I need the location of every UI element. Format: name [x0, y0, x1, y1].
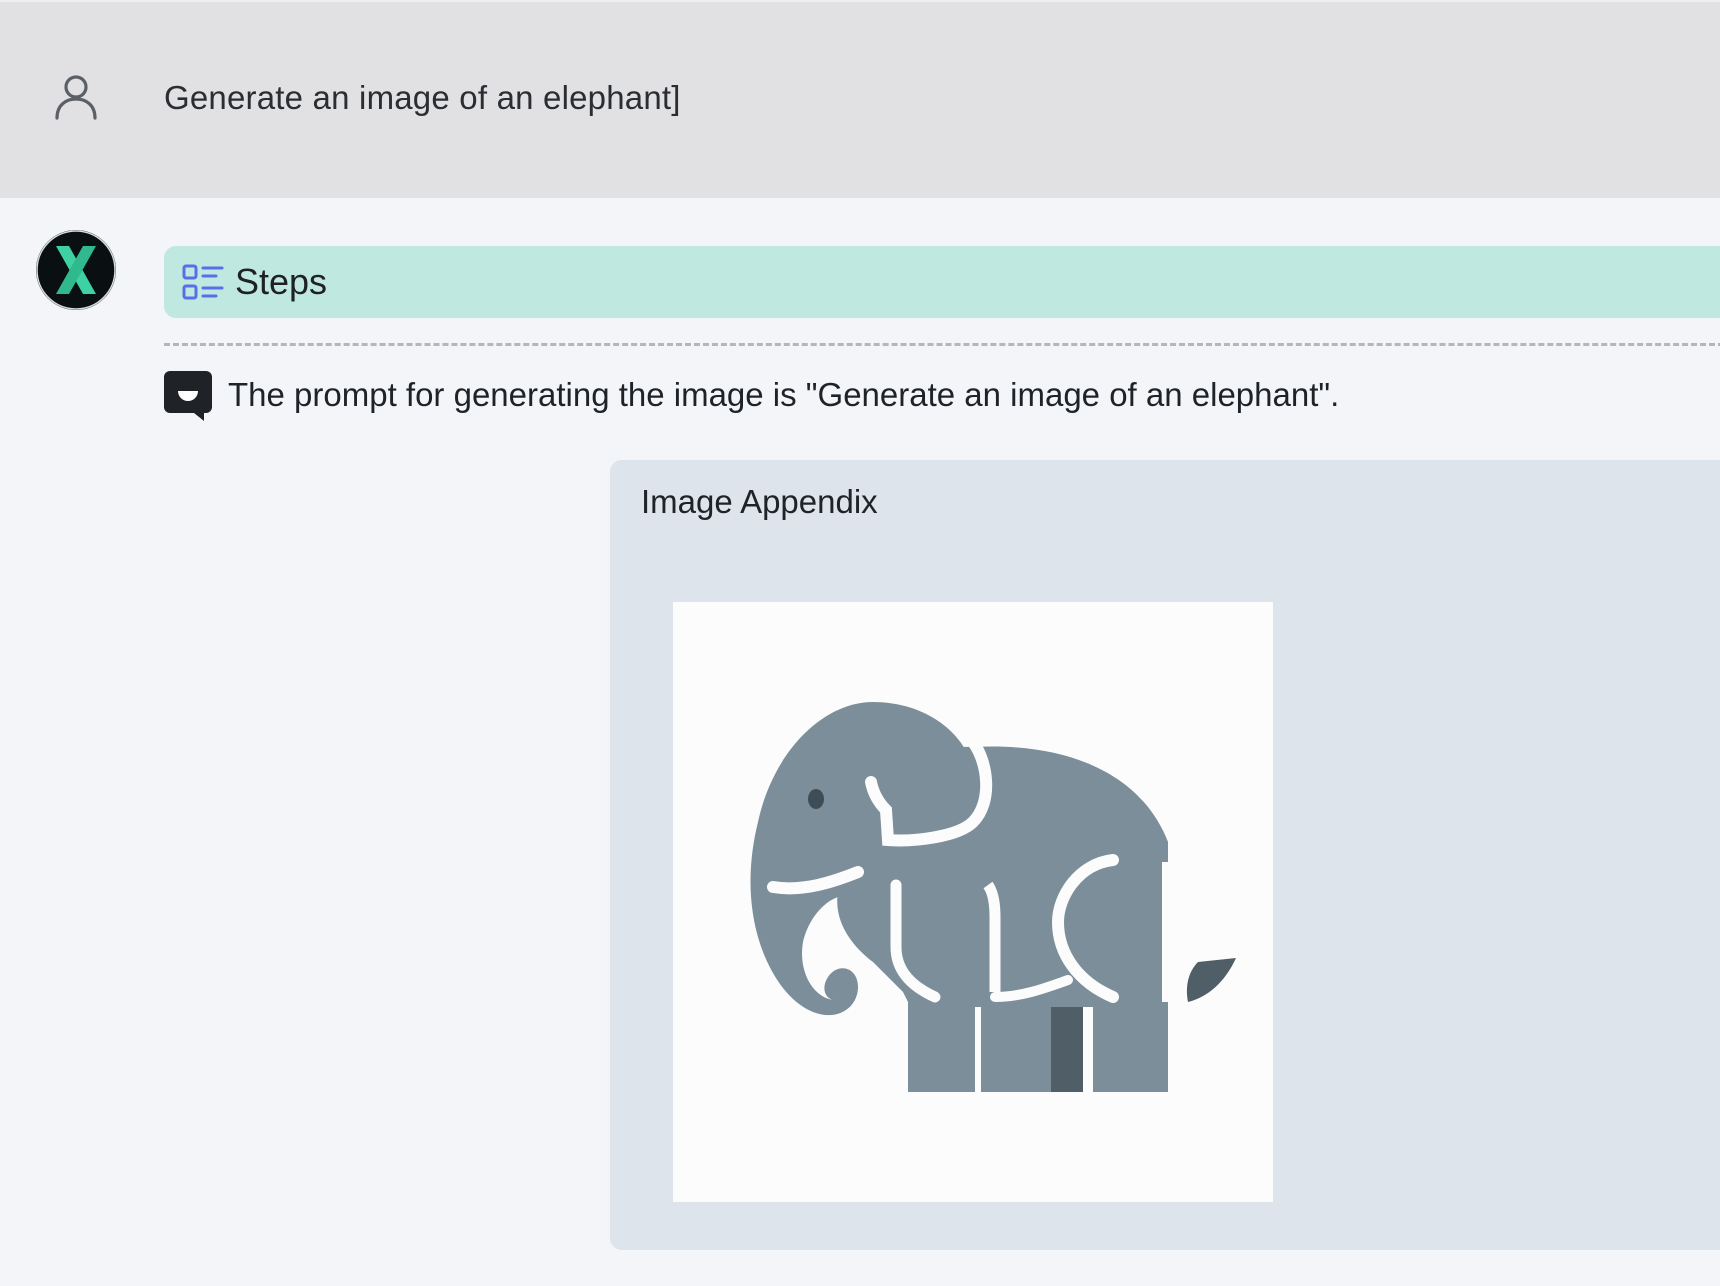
- user-icon: [52, 72, 100, 120]
- user-message-text: Generate an image of an elephant]: [164, 79, 681, 116]
- chat-page: Generate an image of an elephant] Steps: [0, 0, 1720, 1286]
- steps-label: Steps: [235, 261, 328, 302]
- image-appendix: Image Appendix: [610, 460, 1720, 1250]
- steps-list-icon: [182, 264, 224, 300]
- generated-image[interactable]: [673, 602, 1273, 1202]
- user-message: Generate an image of an elephant]: [0, 0, 1720, 198]
- divider: [164, 343, 1720, 346]
- prompt-line: The prompt for generating the image is "…: [164, 371, 1704, 421]
- appendix-title: Image Appendix: [641, 483, 878, 520]
- chat-bubble-icon: [164, 371, 212, 421]
- steps-toggle[interactable]: Steps: [164, 246, 1720, 318]
- assistant-avatar: [36, 230, 116, 310]
- x-logo-icon: [36, 230, 116, 310]
- elephant-illustration: [673, 602, 1273, 1202]
- prompt-text: The prompt for generating the image is "…: [228, 376, 1340, 413]
